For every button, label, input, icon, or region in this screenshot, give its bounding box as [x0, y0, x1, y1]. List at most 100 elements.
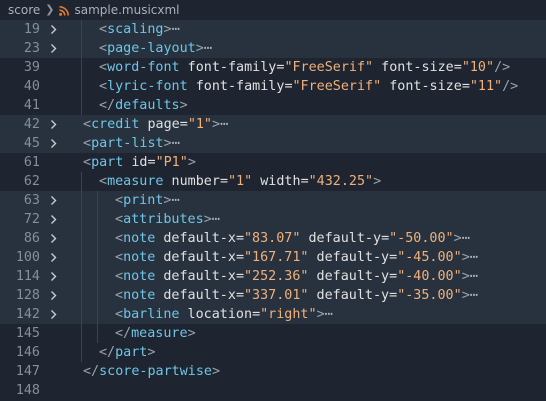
line-number: 40: [23, 79, 40, 94]
code-token: "-45.00": [397, 250, 462, 265]
code-token: "337.01": [244, 288, 309, 303]
code-line[interactable]: 41 </defaults>: [0, 96, 546, 115]
code-line[interactable]: 23 <page-layout>⋯: [0, 39, 546, 58]
code-token: =: [389, 250, 398, 265]
folded-ellipsis[interactable]: ⋯: [204, 41, 212, 56]
code-token: "P1": [155, 155, 188, 170]
code-text: <note default-x="337.01" default-y="-35.…: [115, 286, 478, 305]
code-line[interactable]: 61 <part id="P1">: [0, 153, 546, 172]
code-line[interactable]: 114 <note default-x="252.36" default-y="-…: [0, 267, 546, 286]
folded-ellipsis[interactable]: ⋯: [462, 231, 470, 246]
code-token: >: [195, 41, 204, 56]
code-token: default-y: [308, 269, 390, 284]
code-line[interactable]: 45 <part-list>⋯: [0, 134, 546, 153]
indent-guide: [81, 229, 82, 248]
folded-ellipsis[interactable]: ⋯: [470, 269, 478, 284]
code-text: <measure number="1" width="432.25">: [99, 172, 381, 191]
code-line[interactable]: 100 <note default-x="167.71" default-y="-…: [0, 248, 546, 267]
code-line[interactable]: 147 </score-partwise>: [0, 362, 546, 381]
fold-chevron-icon[interactable]: [48, 252, 59, 263]
code-line[interactable]: 40 <lyric-font font-family="FreeSerif" fo…: [0, 77, 546, 96]
indent-guide: [81, 305, 82, 324]
code-line[interactable]: 86 <note default-x="83.07" default-y="-50…: [0, 229, 546, 248]
indent-guide: [97, 248, 98, 267]
fold-chevron-icon[interactable]: [48, 290, 59, 301]
code-text: <part id="P1">: [83, 153, 196, 172]
indent-guide: [97, 286, 98, 305]
fold-chevron-icon[interactable]: [48, 24, 59, 35]
code-token: <: [115, 307, 124, 322]
folded-ellipsis[interactable]: ⋯: [325, 307, 333, 322]
code-line[interactable]: 148: [0, 381, 546, 400]
fold-chevron-icon[interactable]: [48, 271, 59, 282]
indent-guide: [81, 96, 82, 115]
code-line[interactable]: 62 <measure number="1" width="432.25">: [0, 172, 546, 191]
code-token: =: [381, 231, 390, 246]
code-token: >: [212, 117, 221, 132]
fold-chevron-icon[interactable]: [48, 138, 59, 149]
folded-ellipsis[interactable]: ⋯: [470, 288, 478, 303]
fold-chevron-icon[interactable]: [48, 233, 59, 244]
code-text: <print>⋯: [115, 191, 180, 210]
line-number: 142: [15, 307, 40, 322]
line-number: 62: [23, 174, 40, 189]
fold-chevron-icon[interactable]: [48, 309, 59, 320]
rss-icon: [59, 5, 70, 16]
code-token: <: [99, 22, 108, 37]
line-number: 39: [23, 60, 40, 75]
code-line[interactable]: 145 </measure>: [0, 324, 546, 343]
code-token: <: [99, 60, 108, 75]
code-token: font-size: [381, 79, 462, 94]
code-token: width: [252, 174, 301, 189]
folded-ellipsis[interactable]: ⋯: [470, 250, 478, 265]
code-text: </score-partwise>: [83, 362, 220, 381]
indent-guide: [97, 267, 98, 286]
code-line[interactable]: 19 <scaling>⋯: [0, 20, 546, 39]
code-token: =: [389, 288, 398, 303]
code-line[interactable]: 63 <print>⋯: [0, 191, 546, 210]
code-token: <: [83, 136, 92, 151]
code-token: <: [99, 79, 108, 94]
code-token: default-y: [308, 288, 390, 303]
code-token: <: [83, 155, 92, 170]
code-line[interactable]: 142 <barline location="right">⋯: [0, 305, 546, 324]
code-token: <: [83, 117, 92, 132]
code-token: "1": [187, 117, 212, 132]
code-token: =: [252, 307, 261, 322]
indent-guide: [97, 324, 98, 343]
code-line[interactable]: 128 <note default-x="337.01" default-y="-…: [0, 286, 546, 305]
code-token: "83.07": [244, 231, 301, 246]
code-token: =: [179, 117, 188, 132]
indent-guide: [97, 191, 98, 210]
code-editor[interactable]: 19 <scaling>⋯ 23 <page-layout>⋯ 39 <word-font…: [0, 20, 546, 401]
code-token: scaling: [107, 22, 164, 37]
code-token: barline: [123, 307, 180, 322]
breadcrumb-folder[interactable]: score: [0, 3, 40, 17]
line-number: 128: [15, 288, 40, 303]
code-token: "10": [461, 60, 495, 75]
code-line[interactable]: 42 <credit page="1">⋯: [0, 115, 546, 134]
line-number: 147: [15, 364, 40, 379]
code-token: >: [203, 212, 212, 227]
indent-guide: [81, 77, 82, 96]
folded-ellipsis[interactable]: ⋯: [172, 136, 180, 151]
folded-ellipsis[interactable]: ⋯: [212, 212, 220, 227]
fold-chevron-icon[interactable]: [48, 195, 59, 206]
fold-chevron-icon[interactable]: [48, 43, 59, 54]
code-line[interactable]: 146 </part>: [0, 343, 546, 362]
fold-chevron-icon[interactable]: [48, 214, 59, 225]
folded-ellipsis[interactable]: ⋯: [172, 22, 180, 37]
code-text: <barline location="right">⋯: [115, 305, 333, 324]
code-line[interactable]: 39 <word-font font-family = "FreeSerif" fon…: [0, 58, 546, 77]
folded-ellipsis[interactable]: ⋯: [171, 193, 179, 208]
breadcrumb-file[interactable]: sample.musicxml: [74, 3, 179, 17]
fold-chevron-icon[interactable]: [48, 119, 59, 130]
code-token: location: [179, 307, 253, 322]
indent-guide: [81, 324, 82, 343]
folded-ellipsis[interactable]: ⋯: [220, 117, 228, 132]
code-token: </: [99, 345, 116, 360]
code-line[interactable]: 72 <attributes>⋯: [0, 210, 546, 229]
line-number: 41: [23, 98, 40, 113]
code-token: part-list: [91, 136, 164, 151]
code-token: defaults: [115, 98, 180, 113]
